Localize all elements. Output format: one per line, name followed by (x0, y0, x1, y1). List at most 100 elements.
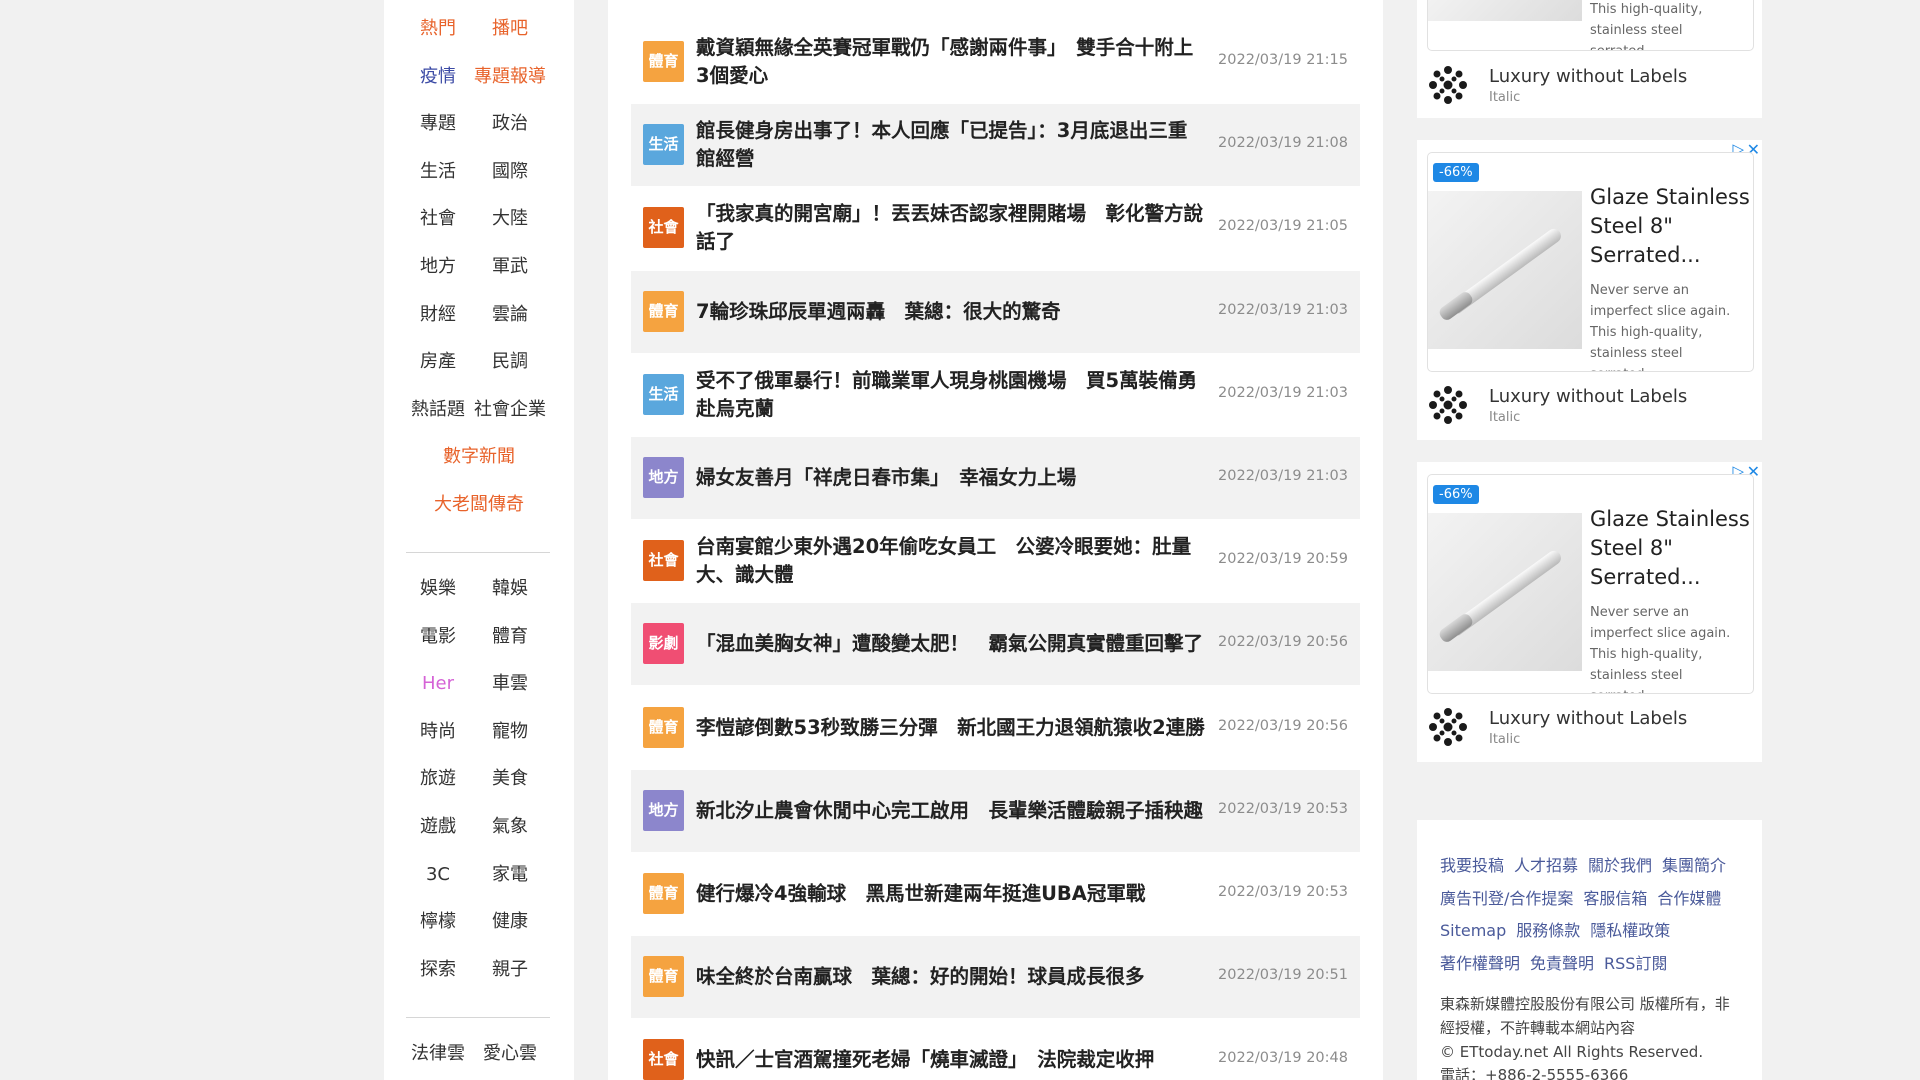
news-row[interactable]: 體育 7輪珍珠邱辰單週兩轟 葉總：很大的驚奇 2022/03/19 21:03 (631, 270, 1360, 353)
ad-brand[interactable]: Luxury without Labels Italic (1427, 704, 1747, 752)
ad-brand[interactable]: Luxury without Labels Italic (1427, 382, 1747, 430)
nav-link[interactable]: 美食 (474, 755, 546, 803)
news-row[interactable]: 生活 館長健身房出事了！本人回應「已提告」：3月底退出三重館經營 2022/03/1… (631, 104, 1360, 187)
ad-brand[interactable]: Luxury without Labels Italic (1427, 62, 1747, 110)
brand-logo-icon (1427, 64, 1469, 106)
footer-link[interactable]: 人才招募 (1514, 856, 1578, 875)
news-title[interactable]: 健行爆冷4強輸球 黑馬世新建兩年挺進UBA冠軍戰 (696, 880, 1206, 908)
footer-link[interactable]: 我要投稿 (1440, 856, 1504, 875)
news-row[interactable]: 體育 健行爆冷4強輸球 黑馬世新建兩年挺進UBA冠軍戰 2022/03/19 20:… (631, 853, 1360, 935)
nav-link[interactable]: 地方 (402, 243, 474, 291)
footer-link[interactable]: 集團簡介 (1662, 856, 1726, 875)
news-row[interactable]: 體育 味全終於台南贏球 葉總：好的開始！球員成長很多 2022/03/19 20:5… (631, 936, 1360, 1019)
footer-link[interactable]: RSS訂閱 (1604, 954, 1667, 973)
news-title[interactable]: 快訊／士官酒駕撞死老婦「燒車滅證」 法院裁定收押 (696, 1046, 1206, 1074)
news-title[interactable]: 味全終於台南贏球 葉總：好的開始！球員成長很多 (696, 963, 1206, 991)
news-title[interactable]: 戴資穎無緣全英賽冠軍戰仍「感謝兩件事」 雙手合十附上3個愛心 (696, 34, 1206, 90)
nav-link[interactable]: 社會企業 (474, 386, 546, 434)
news-category-badge: 體育 (643, 290, 684, 332)
news-row[interactable]: 生活 受不了俄軍暴行！前職業軍人現身桃園機場 買5萬裝備勇赴烏克蘭 2022/03/… (631, 353, 1360, 436)
copyright-text: 東森新媒體控股股份有限公司 版權所有，非經授權，不許轉載本網站內容 (1440, 995, 1730, 1037)
news-category-badge: 社會 (643, 1039, 684, 1080)
news-title[interactable]: 李愷諺倒數53秒致勝三分彈 新北國王力退領航猿收2連勝 (696, 714, 1206, 742)
news-row[interactable]: 地方 新北汐止農會休閒中心完工啟用 長輩樂活體驗親子插秧趣 2022/03/19 2… (631, 769, 1360, 852)
nav-link[interactable]: 健康 (474, 898, 546, 946)
ad-card[interactable]: -66% Glaze Stainless Steel 8" Serrated...… (1427, 152, 1754, 372)
nav-link[interactable]: 大陸 (474, 195, 546, 243)
news-row[interactable]: 地方 婦女友善月「祥虎日春市集」 幸福女力上場 2022/03/19 21:03 (631, 437, 1360, 519)
nav-link[interactable]: 房產 (402, 338, 474, 386)
nav-link[interactable]: 法律雲 (402, 1030, 474, 1078)
nav-link[interactable]: 播吧 (474, 5, 546, 53)
nav-link[interactable]: Her (402, 660, 474, 708)
nav-link[interactable]: 雲論 (474, 291, 546, 339)
footer-link[interactable]: 著作權聲明 (1440, 954, 1520, 973)
nav-row: 旅遊 美食 (384, 755, 574, 803)
news-title[interactable]: 「混血美胸女神」遭酸變太肥！ 霸氣公開真實體重回擊了 (696, 630, 1206, 658)
nav-link[interactable]: 生活 (402, 148, 474, 196)
nav-link[interactable]: 體育 (474, 613, 546, 661)
discount-badge: -66% (1433, 485, 1479, 504)
nav-link[interactable]: 民調 (474, 338, 546, 386)
nav-row: 時尚 寵物 (384, 708, 574, 756)
ad-title: Glaze Stainless Steel 8" Serrated... (1590, 185, 1750, 267)
footer-link[interactable]: 隱私權政策 (1590, 921, 1670, 940)
news-row[interactable]: 社會 快訊／士官酒駕撞死老婦「燒車滅證」 法院裁定收押 2022/03/19 20:… (631, 1019, 1360, 1080)
news-title[interactable]: 「我家真的開宮廟」！丟丟妹否認家裡開賭場 彰化警方說話了 (696, 200, 1206, 256)
news-title[interactable]: 台南宴館少東外遇20年偷吃女員工 公婆冷眼要她：肚量大、識大體 (696, 533, 1206, 589)
footer-link[interactable]: 合作媒體 (1657, 889, 1721, 908)
nav-link[interactable]: 韓娛 (474, 565, 546, 613)
nav-link[interactable]: 車雲 (474, 660, 546, 708)
ad-knife-image (1428, 513, 1582, 671)
nav-link[interactable]: 遊戲 (402, 803, 474, 851)
news-row[interactable]: 體育 李愷諺倒數53秒致勝三分彈 新北國王力退領航猿收2連勝 2022/03/19 … (631, 686, 1360, 769)
nav-link[interactable]: 政治 (474, 100, 546, 148)
footer-link[interactable]: Sitemap (1440, 921, 1506, 940)
nav-link-featured[interactable]: 大老闆傳奇 (384, 481, 574, 529)
news-row-partial[interactable]: 了 」 (631, 0, 1360, 20)
ad-knife-image (1428, 191, 1582, 349)
nav-link[interactable]: 旅遊 (402, 755, 474, 803)
nav-link[interactable]: 熱話題 (402, 386, 474, 434)
nav-link[interactable]: 財經 (402, 291, 474, 339)
nav-row: Her 車雲 (384, 660, 574, 708)
nav-link[interactable]: 時尚 (402, 708, 474, 756)
news-row[interactable]: 社會 台南宴館少東外遇20年偷吃女員工 公婆冷眼要她：肚量大、識大體 2022/03… (631, 520, 1360, 603)
nav-link[interactable]: 疫情 (402, 53, 474, 101)
news-title[interactable]: 婦女友善月「祥虎日春市集」 幸福女力上場 (696, 464, 1206, 492)
ad-card[interactable]: -66% Glaze Stainless Steel 8" Serrated...… (1427, 474, 1754, 694)
footer-link[interactable]: 關於我們 (1588, 856, 1652, 875)
news-title[interactable]: 7輪珍珠邱辰單週兩轟 葉總：很大的驚奇 (696, 298, 1206, 326)
news-title[interactable]: 新北汐止農會休閒中心完工啟用 長輩樂活體驗親子插秧趣 (696, 797, 1206, 825)
footer-link[interactable]: 免責聲明 (1530, 954, 1594, 973)
news-row[interactable]: 社會 「我家真的開宮廟」！丟丟妹否認家裡開賭場 彰化警方說話了 2022/03/19… (631, 187, 1360, 270)
nav-link-featured[interactable]: 數字新聞 (384, 433, 574, 481)
news-row[interactable]: 體育 戴資穎無緣全英賽冠軍戰仍「感謝兩件事」 雙手合十附上3個愛心 2022/03/… (631, 21, 1360, 103)
nav-link[interactable]: 社會 (402, 195, 474, 243)
news-timestamp: 2022/03/19 20:53 (1218, 800, 1348, 817)
nav-link[interactable]: 家電 (474, 851, 546, 899)
footer-link[interactable]: 客服信箱 (1583, 889, 1647, 908)
ad-card-partial[interactable]: This high-quality, stainless steel serra… (1427, 0, 1754, 51)
nav-link[interactable]: 3C (402, 851, 474, 899)
nav-link[interactable]: 娛樂 (402, 565, 474, 613)
brand-name: Luxury without Labels (1489, 386, 1688, 407)
nav-link[interactable]: 探索 (402, 946, 474, 994)
nav-link[interactable]: 氣象 (474, 803, 546, 851)
nav-link[interactable]: 專題報導 (474, 53, 546, 101)
nav-link[interactable]: 檸檬 (402, 898, 474, 946)
news-title[interactable]: 館長健身房出事了！本人回應「已提告」：3月底退出三重館經營 (696, 117, 1206, 173)
nav-link[interactable]: 專題 (402, 100, 474, 148)
footer-link[interactable]: 廣告刊登/合作提案 (1440, 889, 1573, 908)
nav-link[interactable]: 親子 (474, 946, 546, 994)
news-title[interactable]: 受不了俄軍暴行！前職業軍人現身桃園機場 買5萬裝備勇赴烏克蘭 (696, 367, 1206, 423)
nav-link[interactable]: 國際 (474, 148, 546, 196)
nav-link[interactable]: 寵物 (474, 708, 546, 756)
footer-link[interactable]: 服務條款 (1516, 921, 1580, 940)
nav-link[interactable]: 軍武 (474, 243, 546, 291)
news-row[interactable]: 影劇 「混血美胸女神」遭酸變太肥！ 霸氣公開真實體重回擊了 2022/03/19 2… (631, 603, 1360, 686)
nav-link[interactable]: 電影 (402, 613, 474, 661)
nav-link[interactable]: 愛心雲 (474, 1030, 546, 1078)
nav-link[interactable]: 熱門 (402, 5, 474, 53)
news-category-badge: 體育 (643, 41, 684, 82)
